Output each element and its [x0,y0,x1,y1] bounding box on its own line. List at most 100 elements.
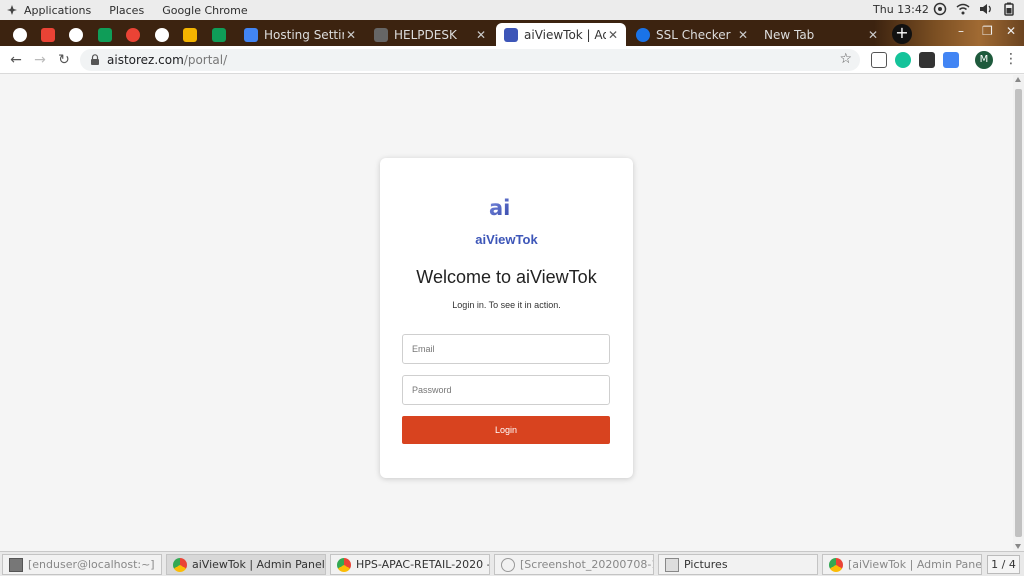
close-tab-icon[interactable]: ✕ [866,28,880,42]
taskbar-item-label: aiViewTok | Admin Panel - ... [192,558,325,571]
taskbar-item-label: Pictures [684,558,728,571]
helpdesk-favicon-icon [374,27,388,42]
taskbar-item-label: [aiViewTok | Admin Panel - ... [848,558,982,571]
top-menu: Applications Places Google Chrome [0,4,266,17]
folder-icon [665,557,679,572]
applications-menu-icon [7,5,17,15]
window-list-taskbar: [enduser@localhost:~] aiViewTok | Admin … [0,551,1024,576]
sheets-icon [98,27,112,42]
pinned-tab-1[interactable] [6,23,34,46]
close-tab-icon[interactable]: ✕ [606,28,620,42]
accessibility-icon[interactable] [933,2,947,16]
taskbar-item-label: [Screenshot_20200708-17... [520,558,653,571]
pinned-tab-3[interactable] [62,23,90,46]
new-tab-button[interactable]: + [892,24,912,44]
applications-menu[interactable]: Applications [24,4,91,17]
tab-aiviewtok[interactable]: aiViewTok | Admin ✕ [496,23,626,46]
close-window-icon[interactable]: ✕ [1006,24,1016,38]
pinned-tab-5[interactable] [119,23,147,46]
shield-favicon-icon [636,27,650,42]
system-top-bar: Applications Places Google Chrome Thu 13… [0,0,1024,20]
globe-icon [155,27,169,42]
tab-title: HELPDESK [394,27,457,42]
welcome-heading: Welcome to aiViewTok [416,267,597,287]
image-viewer-icon [501,557,515,572]
chrome-icon [173,557,187,572]
scrollbar-thumb[interactable] [1015,89,1022,537]
globe-icon [69,27,83,42]
taskbar-item-label: [enduser@localhost:~] [28,558,155,571]
forward-arrow-icon[interactable]: → [31,51,49,69]
chrome-menu-icon[interactable]: ⋮ [1004,52,1018,66]
location-pin-icon [126,27,140,42]
tab-hosting-settings[interactable]: Hosting Settings ✕ [236,23,364,46]
bookmark-star-icon[interactable]: ☆ [839,51,852,67]
taskbar-item-screenshot[interactable]: [Screenshot_20200708-17... [494,554,654,575]
svg-text:ai: ai [489,196,510,217]
chrome-icon [829,557,843,572]
grammarly-extension-icon[interactable] [895,52,911,68]
scroll-down-icon[interactable] [1015,544,1021,549]
sheets-icon [212,27,226,42]
address-bar[interactable]: aistorez.com/portal/ ☆ [80,49,860,71]
pinned-tab-4[interactable] [91,23,119,46]
url-host: aistorez.com [107,53,184,67]
tab-title: SSL Checker [656,27,731,42]
volume-icon[interactable] [979,2,993,16]
login-button[interactable]: Login [402,416,610,444]
translate-extension-icon[interactable] [943,52,959,68]
aiviewtok-favicon-icon [504,27,518,42]
reload-icon[interactable]: ↻ [55,51,73,69]
url-text[interactable]: aistorez.com/portal/ [107,53,227,67]
qr-extension-icon[interactable] [871,52,887,68]
email-field[interactable] [402,334,610,364]
tab-helpdesk[interactable]: HELPDESK ✕ [366,23,494,46]
battery-icon[interactable] [1002,2,1016,16]
close-tab-icon[interactable]: ✕ [344,28,358,42]
places-menu[interactable]: Places [109,4,144,17]
tab-new-tab[interactable]: New Tab ✕ [758,23,886,46]
tab-title: New Tab [764,27,815,42]
scroll-up-icon[interactable] [1015,77,1021,82]
back-arrow-icon[interactable]: ← [7,51,25,69]
gmail-icon [41,27,55,42]
tab-title: Hosting Settings [264,27,344,42]
url-path: /portal/ [183,53,228,67]
pinned-tab-8[interactable] [205,23,233,46]
tab-ssl-checker[interactable]: SSL Checker ✕ [628,23,756,46]
clock[interactable]: Thu 13:42 [873,3,929,16]
aiviewtok-logo-icon: ai [489,196,510,217]
lock-icon [91,54,99,65]
tab-title: aiViewTok | Admin [524,27,606,42]
taskbar-item-aiviewtok-2[interactable]: [aiViewTok | Admin Panel - ... [822,554,982,575]
camera-extension-icon[interactable] [919,52,935,68]
active-app-menu[interactable]: Google Chrome [162,4,247,17]
close-tab-icon[interactable]: ✕ [474,28,488,42]
pinned-tab-2[interactable] [34,23,62,46]
minimize-window-icon[interactable]: – [958,24,964,38]
wifi-icon[interactable] [956,2,970,16]
chrome-icon [337,557,351,572]
login-subtitle: Login in. To see it in action. [452,300,561,310]
page-scrollbar[interactable] [1013,75,1024,551]
password-field[interactable] [402,375,610,405]
profile-avatar[interactable]: M [975,51,993,69]
system-tray[interactable] [933,2,1016,16]
taskbar-item-hps-apac[interactable]: HPS-APAC-RETAIL-2020 - ... [330,554,490,575]
taskbar-item-label: HPS-APAC-RETAIL-2020 - ... [356,558,490,571]
taskbar-item-pictures[interactable]: Pictures [658,554,818,575]
browser-toolbar: ← → ↻ aistorez.com/portal/ ☆ M ⋮ [0,46,1024,74]
taskbar-item-terminal[interactable]: [enduser@localhost:~] [2,554,162,575]
brand-name: aiViewTok [475,232,538,247]
globe-icon [13,27,27,42]
browser-tab-strip: Hosting Settings ✕ HELPDESK ✕ aiViewTok … [0,20,1024,46]
close-tab-icon[interactable]: ✕ [736,28,750,42]
pinned-tab-6[interactable] [148,23,176,46]
terminal-icon [9,557,23,572]
page-viewport: ai aiViewTok Welcome to aiViewTok Login … [0,75,1013,551]
taskbar-item-aiviewtok[interactable]: aiViewTok | Admin Panel - ... [166,554,326,575]
pinned-tab-7[interactable] [176,23,204,46]
hosting-favicon-icon [244,27,258,42]
restore-window-icon[interactable]: ❐ [982,24,993,38]
workspace-switcher[interactable]: 1 / 4 [987,555,1020,574]
